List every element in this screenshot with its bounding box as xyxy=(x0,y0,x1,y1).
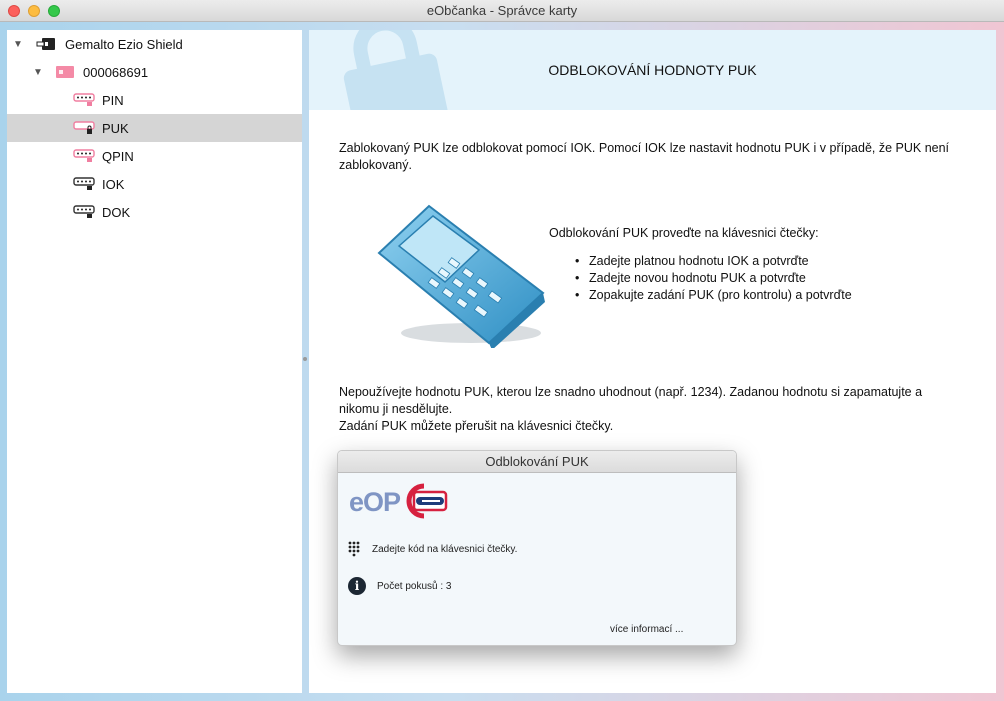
info-icon: i xyxy=(348,577,366,595)
tree-label-dok: DOK xyxy=(102,204,131,220)
list-item: Zopakujte zadání PUK (pro kontrolu) a po… xyxy=(571,287,991,304)
window-titlebar: eObčanka - Správce karty xyxy=(0,0,1004,22)
smart-card-icon xyxy=(56,66,74,78)
card-number: 000068691 xyxy=(83,64,149,80)
more-info-link[interactable]: více informací ... xyxy=(610,624,683,635)
dok-key-icon xyxy=(73,205,95,219)
minimize-window-button[interactable] xyxy=(28,5,40,17)
eop-card-icon xyxy=(402,483,448,522)
list-item: Zadejte novou hodnotu PUK a potvrďte xyxy=(571,270,991,287)
eop-logo: eOP xyxy=(349,483,448,522)
warning-text: Nepoužívejte hodnotu PUK, kterou lze sna… xyxy=(339,384,959,435)
keypad-icon xyxy=(348,541,362,557)
tree-item-qpin[interactable]: QPIN xyxy=(7,142,302,170)
page-title: ODBLOKOVÁNÍ HODNOTY PUK xyxy=(548,62,757,78)
puk-lock-key-icon xyxy=(73,121,95,135)
pin-key-icon xyxy=(73,93,95,107)
tree-label-qpin: QPIN xyxy=(102,148,134,164)
disclosure-expanded-icon[interactable]: ▼ xyxy=(12,39,24,50)
tree-item-iok[interactable]: IOK xyxy=(7,170,302,198)
iok-key-icon xyxy=(73,177,95,191)
detail-panel: ODBLOKOVÁNÍ HODNOTY PUK Zablokovaný PUK … xyxy=(309,30,996,693)
unblock-puk-dialog: Odblokování PUK eOP Zadejte kód na kláve… xyxy=(337,450,737,646)
eop-logo-text: eOP xyxy=(349,487,401,517)
steps-list: Zadejte platnou hodnotu IOK a potvrďte Z… xyxy=(571,253,991,304)
disclosure-expanded-icon[interactable]: ▼ xyxy=(32,67,44,78)
window-title: eObčanka - Správce karty xyxy=(426,3,578,18)
attempts-row: i Počet pokusů : 3 xyxy=(348,577,452,595)
tree-label-pin: PIN xyxy=(102,92,124,108)
attempts-text: Počet pokusů : 3 xyxy=(377,580,452,592)
tree-label-iok: IOK xyxy=(102,176,125,192)
header-banner: ODBLOKOVÁNÍ HODNOTY PUK xyxy=(309,30,996,110)
tree-item-pin[interactable]: PIN xyxy=(7,86,302,114)
tree-item-reader[interactable]: ▼ Gemalto Ezio Shield xyxy=(7,30,302,58)
card-tree-sidebar: ▼ Gemalto Ezio Shield ▼ 000068691 PIN PU… xyxy=(7,30,302,693)
tree-item-dok[interactable]: DOK xyxy=(7,198,302,226)
close-window-button[interactable] xyxy=(8,5,20,17)
zoom-window-button[interactable] xyxy=(48,5,60,17)
warning-line: Zadání PUK můžete přerušit na klávesnici… xyxy=(339,419,614,433)
steps-heading: Odblokování PUK proveďte na klávesnici č… xyxy=(549,226,819,240)
card-terminal-illustration xyxy=(371,198,551,351)
split-view-divider[interactable] xyxy=(303,357,307,365)
card-reader-icon xyxy=(36,36,56,52)
intro-text: Zablokovaný PUK lze odblokovat pomocí IO… xyxy=(339,141,950,172)
warning-line: Nepoužívejte hodnotu PUK, kterou lze sna… xyxy=(339,385,923,416)
instruction-text: Zadejte kód na klávesnici čtečky. xyxy=(372,543,518,555)
dialog-title: Odblokování PUK xyxy=(338,451,736,473)
qpin-key-icon xyxy=(73,149,95,163)
instruction-row: Zadejte kód na klávesnici čtečky. xyxy=(348,541,517,557)
list-item: Zadejte platnou hodnotu IOK a potvrďte xyxy=(571,253,991,270)
tree-item-card[interactable]: ▼ 000068691 xyxy=(7,58,302,86)
tree-item-puk[interactable]: PUK xyxy=(7,114,302,142)
tree-label-puk: PUK xyxy=(102,120,129,136)
reader-name: Gemalto Ezio Shield xyxy=(65,36,183,52)
